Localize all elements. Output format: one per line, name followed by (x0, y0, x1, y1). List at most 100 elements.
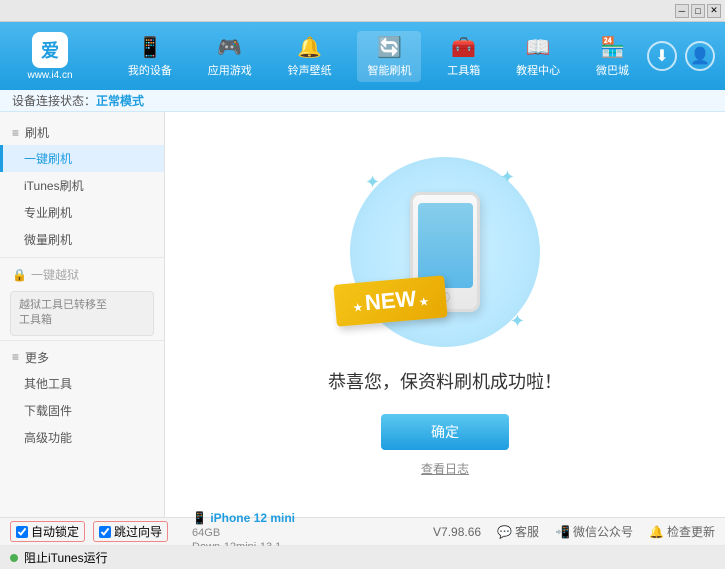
main-area: ≡ 刷机 一键刷机 iTunes刷机 专业刷机 微量刷机 🔒 一键越狱 越狱工具… (0, 112, 725, 517)
footer-right: V7.98.66 💬 客服 📲 微信公众号 🔔 检查更新 (433, 523, 715, 540)
skip-wizard-checkbox[interactable]: 跳过向导 (93, 521, 168, 542)
logo: 爱 www.i4.cn (10, 32, 90, 81)
nav-tutorials-label: 教程中心 (516, 62, 560, 78)
success-illustration: ✦ ✦ ✦ NEW (345, 152, 545, 352)
sparkle-top-left: ✦ (365, 172, 380, 193)
nav-store-label: 微巴城 (596, 62, 629, 78)
logo-text: www.i4.cn (27, 70, 72, 81)
wechat-btn[interactable]: 📲 微信公众号 (555, 523, 633, 540)
status-label: 设备连接状态： (12, 92, 96, 109)
sidebar-section-more: ≡ 更多 (0, 345, 164, 370)
lock-icon: 🔒 (12, 268, 27, 282)
nav-toolbox-icon: 🧰 (451, 35, 476, 60)
sidebar-item-pro-flash[interactable]: 专业刷机 (0, 199, 164, 226)
sidebar-section-flash: ≡ 刷机 (0, 120, 164, 145)
footer: 自动锁定 跳过向导 📱 iPhone 12 mini 64GB Down-12m… (0, 517, 725, 569)
nav-micro-store[interactable]: 🏪 微巴城 (586, 31, 639, 82)
nav-toolbox-label: 工具箱 (447, 62, 480, 78)
sidebar-info-box: 越狱工具已转移至工具箱 (10, 291, 154, 336)
nav-my-device[interactable]: 📱 我的设备 (118, 31, 182, 82)
nav-my-device-label: 我的设备 (128, 62, 172, 78)
device-storage: 64GB (192, 527, 220, 539)
header: 爱 www.i4.cn 📱 我的设备 🎮 应用游戏 🔔 铃声壁纸 🔄 智能刷机 … (0, 22, 725, 90)
wechat-label: 微信公众号 (573, 523, 633, 540)
customer-service-label: 客服 (515, 523, 539, 540)
sidebar-item-one-key-flash[interactable]: 一键刷机 (0, 145, 164, 172)
version-label: V7.98.66 (433, 525, 481, 539)
update-icon: 🔔 (649, 525, 664, 539)
sidebar-item-advanced[interactable]: 高级功能 (0, 424, 164, 451)
nav-ringtone-icon: 🔔 (297, 35, 322, 60)
sidebar-info-text: 越狱工具已转移至工具箱 (19, 299, 107, 326)
nav-store-icon: 🏪 (600, 35, 625, 60)
sidebar-micro-label: 微量刷机 (24, 233, 72, 247)
footer-top: 自动锁定 跳过向导 📱 iPhone 12 mini 64GB Down-12m… (0, 518, 725, 546)
nav-ringtone-label: 铃声壁纸 (288, 62, 332, 78)
sidebar-item-firmware[interactable]: 下载固件 (0, 397, 164, 424)
sparkle-top-right: ✦ (500, 167, 515, 188)
more-section-icon: ≡ (12, 350, 19, 364)
user-btn[interactable]: 👤 (685, 41, 715, 71)
more-section-label: 更多 (25, 349, 49, 366)
nav-bar: 📱 我的设备 🎮 应用游戏 🔔 铃声壁纸 🔄 智能刷机 🧰 工具箱 📖 教程中心… (110, 31, 647, 82)
nav-tutorials[interactable]: 📖 教程中心 (506, 31, 570, 82)
sidebar-item-other-tools[interactable]: 其他工具 (0, 370, 164, 397)
sidebar-locked-jailbreak: 🔒 一键越狱 (0, 262, 164, 287)
nav-apps-icon: 🎮 (217, 35, 242, 60)
logo-icon: 爱 (32, 32, 68, 68)
skip-wizard-input[interactable] (99, 526, 111, 538)
close-btn[interactable]: ✕ (707, 4, 721, 18)
footer-bottom: 阻止iTunes运行 (0, 546, 725, 569)
sidebar-one-key-label: 一键刷机 (24, 152, 72, 166)
customer-service-btn[interactable]: 💬 客服 (497, 523, 539, 540)
sidebar-divider-2 (0, 340, 164, 341)
sidebar-itunes-label: iTunes刷机 (24, 179, 84, 193)
sidebar-item-itunes-flash[interactable]: iTunes刷机 (0, 172, 164, 199)
customer-service-icon: 💬 (497, 525, 512, 539)
device-status-bar: 设备连接状态： 正常模式 (0, 90, 725, 112)
firmware-label: 下载固件 (24, 404, 72, 418)
nav-ringtone[interactable]: 🔔 铃声壁纸 (278, 31, 342, 82)
sparkle-bottom-right: ✦ (510, 311, 525, 332)
download-btn[interactable]: ⬇ (647, 41, 677, 71)
itunes-status-dot (10, 554, 18, 562)
sidebar-divider (0, 257, 164, 258)
confirm-button[interactable]: 确定 (381, 414, 509, 450)
minimize-btn[interactable]: ─ (675, 4, 689, 18)
auto-lock-input[interactable] (16, 526, 28, 538)
skip-wizard-label: 跳过向导 (114, 523, 162, 540)
nav-toolbox[interactable]: 🧰 工具箱 (437, 31, 490, 82)
check-update-label: 检查更新 (667, 523, 715, 540)
maximize-btn[interactable]: □ (691, 4, 705, 18)
advanced-label: 高级功能 (24, 431, 72, 445)
auto-lock-checkbox[interactable]: 自动锁定 (10, 521, 85, 542)
main-content: ✦ ✦ ✦ NEW 恭喜您，保资料刷机成功啦！ 确定 查看日志 (165, 112, 725, 517)
sidebar: ≡ 刷机 一键刷机 iTunes刷机 专业刷机 微量刷机 🔒 一键越狱 越狱工具… (0, 112, 165, 517)
flash-section-label: 刷机 (25, 124, 49, 141)
status-value: 正常模式 (96, 92, 144, 109)
nav-my-device-icon: 📱 (137, 35, 162, 60)
sidebar-item-micro-flash[interactable]: 微量刷机 (0, 226, 164, 253)
nav-smart-flash-label: 智能刷机 (367, 62, 411, 78)
phone-screen (418, 203, 473, 288)
other-tools-label: 其他工具 (24, 377, 72, 391)
header-right-controls: ⬇ 👤 (647, 41, 715, 71)
wechat-icon: 📲 (555, 525, 570, 539)
sidebar-pro-label: 专业刷机 (24, 206, 72, 220)
nav-smart-flash[interactable]: 🔄 智能刷机 (357, 31, 421, 82)
success-message: 恭喜您，保资料刷机成功啦！ (328, 368, 562, 394)
nav-tutorials-icon: 📖 (526, 35, 551, 60)
device-icon: 📱 (192, 511, 210, 525)
window-controls: ─ □ ✕ (675, 4, 721, 18)
itunes-status-label: 阻止iTunes运行 (24, 549, 108, 566)
auto-lock-label: 自动锁定 (31, 523, 79, 540)
sidebar-locked-label: 一键越狱 (31, 266, 79, 283)
device-name: iPhone 12 mini (210, 511, 295, 525)
nav-apps-games[interactable]: 🎮 应用游戏 (198, 31, 262, 82)
flash-section-icon: ≡ (12, 126, 19, 140)
nav-apps-label: 应用游戏 (208, 62, 252, 78)
title-bar: ─ □ ✕ (0, 0, 725, 22)
nav-smart-flash-icon: 🔄 (377, 35, 402, 60)
view-log-link[interactable]: 查看日志 (421, 460, 469, 477)
check-update-btn[interactable]: 🔔 检查更新 (649, 523, 715, 540)
